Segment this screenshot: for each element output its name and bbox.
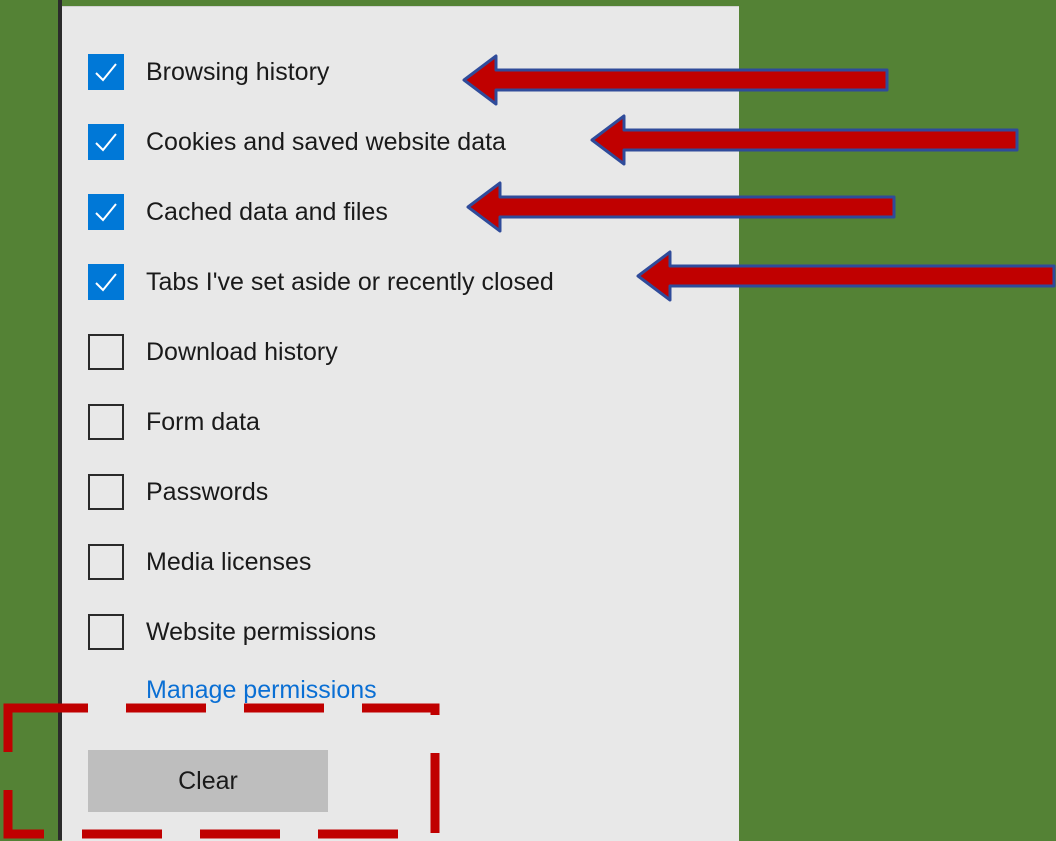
clear-button[interactable]: Clear	[88, 750, 328, 812]
option-media-licenses[interactable]: Media licenses	[88, 542, 311, 582]
checkmark-icon	[95, 203, 117, 222]
checkbox[interactable]	[88, 474, 124, 510]
checkbox[interactable]	[88, 54, 124, 90]
option-label: Download history	[146, 337, 338, 366]
option-cached-data[interactable]: Cached data and files	[88, 192, 388, 232]
option-label: Passwords	[146, 477, 269, 506]
checkmark-icon	[95, 63, 117, 82]
checkbox[interactable]	[88, 404, 124, 440]
option-label: Form data	[146, 407, 260, 436]
checkbox[interactable]	[88, 334, 124, 370]
option-label: Cached data and files	[146, 197, 388, 226]
option-label: Cookies and saved website data	[146, 127, 506, 156]
checkmark-icon	[95, 273, 117, 292]
option-passwords[interactable]: Passwords	[88, 472, 268, 512]
checkbox[interactable]	[88, 264, 124, 300]
option-download-history[interactable]: Download history	[88, 332, 338, 372]
option-cookies[interactable]: Cookies and saved website data	[88, 122, 506, 162]
option-form-data[interactable]: Form data	[88, 402, 260, 442]
option-label: Tabs I've set aside or recently closed	[146, 267, 554, 296]
option-label: Website permissions	[146, 617, 377, 646]
checkbox[interactable]	[88, 194, 124, 230]
checkbox[interactable]	[88, 614, 124, 650]
option-tabs-set-aside[interactable]: Tabs I've set aside or recently closed	[88, 262, 554, 302]
option-label: Media licenses	[146, 547, 312, 576]
checkbox[interactable]	[88, 124, 124, 160]
option-browsing-history[interactable]: Browsing history	[88, 52, 329, 92]
option-label: Browsing history	[146, 57, 330, 86]
manage-permissions-link[interactable]: Manage permissions	[146, 676, 377, 705]
option-website-permissions[interactable]: Website permissions	[88, 612, 376, 652]
checkmark-icon	[95, 133, 117, 152]
checkbox[interactable]	[88, 544, 124, 580]
